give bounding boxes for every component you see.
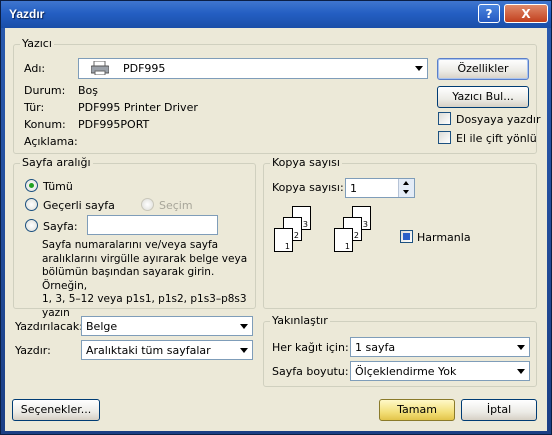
properties-button[interactable]: Özellikler [437,58,529,80]
printer-name-select[interactable]: PDF995 [78,58,428,79]
help-button[interactable]: ? [478,4,500,23]
close-button[interactable]: X [504,4,548,23]
per-sheet-value: 1 sayfa [355,341,396,354]
chevron-down-icon [517,369,525,374]
copies-group: Kopya sayısı Kopya sayısı: 1 3 2 1 3 2 1 [263,156,537,309]
page-range-group-label: Sayfa aralığı [20,156,93,169]
location-label: Konum: [24,118,66,131]
manual-duplex-checkbox[interactable] [438,131,451,144]
print-dialog: Yazdır ? X Yazıcı Adı: PDF995 Durum: Boş… [0,0,552,435]
spin-down-button[interactable] [398,188,414,197]
print-what-value: Belge [86,320,118,333]
scale-label: Sayfa boyutu: [272,365,349,378]
collate-illustration-set-1: 3 2 1 [272,206,322,261]
window-title: Yazdır [9,7,45,21]
chevron-up-icon [403,181,409,185]
status-label: Durum: [24,84,66,97]
range-selection-radio[interactable] [141,198,154,211]
zoom-group-label: Yakınlaştır [270,314,330,327]
copies-count-label: Kopya sayısı: [272,181,344,194]
page-range-group: Sayfa aralığı Tümü Geçerli sayfa Seçim S… [13,156,256,319]
find-printer-button[interactable]: Yazıcı Bul... [437,86,529,108]
range-all-radio[interactable] [25,179,38,192]
copies-count-spinner[interactable]: 1 [345,178,415,198]
collate-illustration-set-2: 3 2 1 [332,206,382,261]
dialog-body: Yazıcı Adı: PDF995 Durum: Boş Tür: PDF99… [5,28,547,431]
spin-up-button[interactable] [398,179,414,188]
printer-name-label: Adı: [24,62,46,75]
per-sheet-label: Her kağıt için: [272,341,349,354]
print-what-label: Yazdırılacak: [15,320,83,333]
scale-select[interactable]: Ölçeklendirme Yok [350,361,530,381]
page-range-input[interactable] [87,215,218,235]
printer-name-value: PDF995 [123,62,166,75]
range-help-line: 1, 3, 5–12 veya p1s1, p1s2, p1s3–p8s3 [42,293,247,305]
type-value: PDF995 Printer Driver [78,101,198,114]
range-help-line: Sayfa numaralarını ve/veya sayfa [42,239,219,251]
zoom-group: Yakınlaştır Her kağıt için: 1 sayfa Sayf… [263,314,537,387]
print-value: Aralıktaki tüm sayfalar [86,344,211,357]
options-button[interactable]: Seçenekler... [12,399,100,421]
print-to-file-checkbox[interactable] [438,112,451,125]
print-select[interactable]: Aralıktaki tüm sayfalar [81,340,253,360]
chevron-down-icon [415,66,423,71]
page-icon: 1 [274,228,293,252]
chevron-down-icon [240,324,248,329]
page-icon: 1 [334,228,353,252]
status-value: Boş [78,84,99,97]
chevron-down-icon [517,345,525,350]
printer-icon [90,60,110,76]
title-bar[interactable]: Yazdır ? X [1,1,551,28]
cancel-button[interactable]: İptal [461,399,537,421]
printer-group-label: Yazıcı [20,37,54,50]
ok-button[interactable]: Tamam [379,399,455,421]
chevron-down-icon [403,190,409,194]
range-selection-label: Seçim [159,199,193,212]
print-to-file-label: Dosyaya yazdır [456,113,541,126]
comment-label: Açıklama: [24,135,78,148]
location-value: PDF995PORT [78,118,150,131]
range-pages-radio[interactable] [25,219,38,232]
scale-value: Ölçeklendirme Yok [355,365,457,378]
type-label: Tür: [24,101,45,114]
printer-group: Yazıcı Adı: PDF995 Durum: Boş Tür: PDF99… [13,37,541,154]
range-all-label: Tümü [43,180,73,193]
range-help-line: aralıklarını virgülle ayırarak belge vey… [42,252,248,265]
range-pages-label: Sayfa: [43,220,78,233]
range-current-label: Geçerli sayfa [43,199,115,212]
chevron-down-icon [240,348,248,353]
collate-label: Harmanla [417,231,471,244]
copies-count-value: 1 [350,182,357,195]
range-current-radio[interactable] [25,198,38,211]
range-help-text: Sayfa numaralarını ve/veya sayfa aralıkl… [42,239,252,320]
collate-checkbox[interactable] [400,230,413,243]
print-what-select[interactable]: Belge [81,316,253,336]
per-sheet-select[interactable]: 1 sayfa [350,337,530,357]
range-help-line: bölümün başından sayarak girin. Örneğin, [42,266,215,292]
manual-duplex-label: El ile çift yönlü [456,132,537,145]
copies-group-label: Kopya sayısı [270,156,342,169]
print-label: Yazdır: [15,344,51,357]
